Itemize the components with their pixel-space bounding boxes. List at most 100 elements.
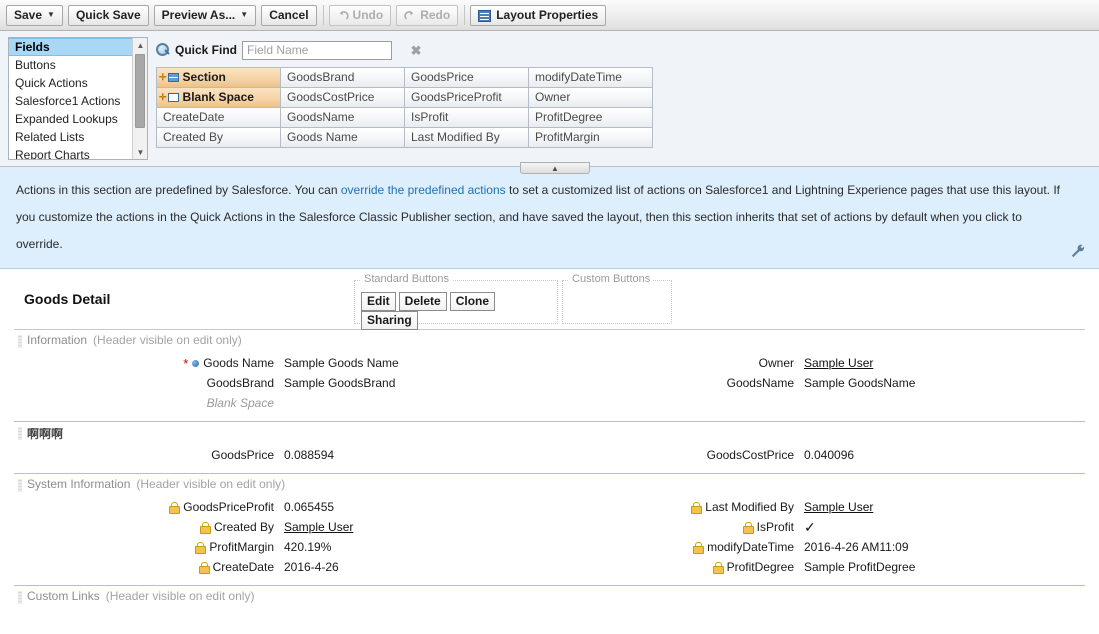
standard-button-sharing[interactable]: Sharing bbox=[361, 311, 418, 330]
layout-field-cell[interactable]: ProfitDegree Sample ProfitDegree bbox=[534, 560, 1054, 574]
clear-search-icon[interactable]: ✖ bbox=[409, 43, 423, 57]
save-button[interactable]: Save ▼ bbox=[6, 4, 63, 26]
section-header[interactable]: Information (Header visible on edit only) bbox=[14, 333, 1085, 350]
custom-buttons-region[interactable]: Custom Buttons bbox=[562, 273, 672, 324]
section-header[interactable]: Custom Links (Header visible on edit only… bbox=[14, 589, 1085, 606]
palette-field-label: CreateDate bbox=[163, 110, 225, 124]
palette-field-goods-name[interactable]: Goods Name bbox=[281, 128, 405, 148]
layout-field-cell[interactable]: Last Modified By Sample User bbox=[534, 500, 1054, 514]
layout-field-cell[interactable]: GoodsPrice 0.088594 bbox=[14, 448, 534, 462]
standard-button-clone[interactable]: Clone bbox=[449, 292, 496, 311]
quick-find-row: Quick Find ✖ bbox=[156, 37, 1091, 63]
palette-field-modifydatetime[interactable]: modifyDateTime bbox=[529, 68, 653, 88]
field-label-wrap: Owner bbox=[534, 356, 804, 370]
field-value-link[interactable]: Sample User bbox=[284, 520, 353, 534]
layout-field-cell[interactable]: GoodsName Sample GoodsName bbox=[534, 376, 1054, 390]
field-label-wrap: GoodsPriceProfit bbox=[14, 500, 284, 514]
drag-handle-icon[interactable] bbox=[18, 335, 22, 348]
drag-handle-icon[interactable] bbox=[18, 479, 22, 492]
custom-buttons-label: Custom Buttons bbox=[569, 273, 654, 285]
layout-field-cell[interactable]: GoodsPriceProfit 0.065455 bbox=[14, 500, 534, 514]
preview-as-button[interactable]: Preview As... ▼ bbox=[153, 4, 257, 26]
blank-space-placeholder[interactable]: Blank Space bbox=[14, 393, 1085, 413]
field-label-wrap: GoodsPrice bbox=[14, 448, 284, 462]
scroll-up-icon[interactable]: ▲ bbox=[133, 38, 147, 52]
palette-category-buttons[interactable]: Buttons bbox=[9, 56, 147, 74]
layout-field-row: * Goods Name Sample Goods Name Owner Sample … bbox=[14, 353, 1085, 373]
undo-button[interactable]: Undo bbox=[328, 4, 392, 26]
scrollbar-thumb[interactable] bbox=[135, 54, 145, 128]
palette-category-salesforce1-actions[interactable]: Salesforce1 Actions bbox=[9, 92, 147, 110]
palette-category-list[interactable]: Fields Buttons Quick Actions Salesforce1 Ac… bbox=[8, 37, 148, 160]
palette-field-section[interactable]: ✛ Section bbox=[157, 68, 281, 88]
field-value: Sample Goods Name bbox=[284, 356, 399, 370]
field-value-link[interactable]: Sample User bbox=[804, 356, 873, 370]
standard-button-edit[interactable]: Edit bbox=[361, 292, 396, 311]
section-header[interactable]: System Information (Header visible on edi… bbox=[14, 477, 1085, 494]
layout-field-cell[interactable]: GoodsBrand Sample GoodsBrand bbox=[14, 376, 534, 390]
palette-collapse-handle[interactable]: ▲ bbox=[520, 162, 590, 174]
palette-field-isprofit[interactable]: IsProfit bbox=[405, 108, 529, 128]
layout-field-cell[interactable]: IsProfit ✓ bbox=[534, 520, 1054, 534]
standard-button-delete[interactable]: Delete bbox=[398, 292, 447, 311]
palette-field-label: ProfitDegree bbox=[535, 110, 603, 124]
palette-category-scrollbar[interactable]: ▲ ▼ bbox=[132, 38, 147, 159]
lock-icon bbox=[693, 542, 705, 554]
section-title: System Information bbox=[27, 477, 131, 491]
redo-button[interactable]: Redo bbox=[396, 4, 459, 26]
palette-category-expanded-lookups[interactable]: Expanded Lookups bbox=[9, 110, 147, 128]
field-label-wrap: * Goods Name bbox=[14, 356, 284, 370]
palette-category-related-lists[interactable]: Related Lists bbox=[9, 128, 147, 146]
palette-field-goodscostprice[interactable]: GoodsCostPrice bbox=[281, 88, 405, 108]
layout-field-cell[interactable]: * Goods Name Sample Goods Name bbox=[14, 356, 534, 370]
palette-field-profitmargin[interactable]: ProfitMargin bbox=[529, 128, 653, 148]
palette-category-fields[interactable]: Fields bbox=[9, 38, 147, 56]
drag-handle-icon[interactable] bbox=[18, 591, 22, 604]
section-header[interactable]: 啊啊啊 bbox=[14, 425, 1085, 442]
field-value-link[interactable]: Sample User bbox=[804, 500, 873, 514]
palette-field-created-by[interactable]: Created By bbox=[157, 128, 281, 148]
field-label-wrap: GoodsCostPrice bbox=[534, 448, 804, 462]
wrench-icon[interactable] bbox=[1069, 242, 1087, 260]
palette-field-goodspriceprofit[interactable]: GoodsPriceProfit bbox=[405, 88, 529, 108]
layout-field-cell[interactable]: ProfitMargin 420.19% bbox=[14, 540, 534, 554]
field-label-wrap: ProfitMargin bbox=[14, 540, 284, 554]
palette-field-owner[interactable]: Owner bbox=[529, 88, 653, 108]
standard-buttons-region[interactable]: Standard Buttons Edit Delete Clone Sharing bbox=[354, 273, 558, 330]
section-note: (Header visible on edit only) bbox=[105, 589, 255, 603]
quick-save-button[interactable]: Quick Save bbox=[67, 4, 149, 26]
palette-field-last-modified-by[interactable]: Last Modified By bbox=[405, 128, 529, 148]
layout-field-cell[interactable]: Owner Sample User bbox=[534, 356, 1054, 370]
cancel-button[interactable]: Cancel bbox=[261, 4, 317, 26]
layout-field-row: GoodsPrice 0.088594 GoodsCostPrice 0.040096 bbox=[14, 445, 1085, 465]
quick-find-input[interactable] bbox=[242, 40, 393, 60]
detail-header-row: Goods Detail Standard Buttons Edit Delete… bbox=[14, 269, 1085, 330]
palette-field-goodsname[interactable]: GoodsName bbox=[281, 108, 405, 128]
field-palette-grid: ✛ Section GoodsBrand GoodsPrice modifyDateTi… bbox=[156, 67, 653, 148]
palette-field-blank-space[interactable]: ✛ Blank Space bbox=[157, 88, 281, 108]
palette-field-goodsprice[interactable]: GoodsPrice bbox=[405, 68, 529, 88]
palette-category-quick-actions[interactable]: Quick Actions bbox=[9, 74, 147, 92]
field-label: Owner bbox=[758, 356, 794, 370]
chevron-down-icon: ▼ bbox=[47, 10, 55, 19]
scroll-down-icon[interactable]: ▼ bbox=[133, 145, 147, 159]
palette-category-label: Quick Actions bbox=[15, 76, 88, 90]
main-toolbar: Save ▼ Quick Save Preview As... ▼ Cancel… bbox=[0, 0, 1099, 31]
layout-field-row: CreateDate 2016-4-26 ProfitDegree Sample Pr… bbox=[14, 557, 1085, 577]
palette-field-profitdegree[interactable]: ProfitDegree bbox=[529, 108, 653, 128]
drag-handle-icon[interactable] bbox=[18, 427, 22, 440]
lock-icon bbox=[712, 562, 724, 574]
palette-field-createdate[interactable]: CreateDate bbox=[157, 108, 281, 128]
layout-field-cell[interactable]: modifyDateTime 2016-4-26 AM11:09 bbox=[534, 540, 1054, 554]
field-value: Sample ProfitDegree bbox=[804, 560, 916, 574]
field-label: GoodsPriceProfit bbox=[183, 500, 274, 514]
layout-field-cell[interactable]: Created By Sample User bbox=[14, 520, 534, 534]
layout-field-cell[interactable]: CreateDate 2016-4-26 bbox=[14, 560, 534, 574]
layout-properties-button[interactable]: Layout Properties bbox=[470, 4, 607, 26]
palette-category-report-charts[interactable]: Report Charts bbox=[9, 146, 147, 159]
override-predefined-actions-link[interactable]: override the predefined actions bbox=[341, 183, 506, 197]
palette-field-label: modifyDateTime bbox=[535, 70, 622, 84]
palette-field-label: Section bbox=[182, 70, 226, 84]
layout-field-cell[interactable]: GoodsCostPrice 0.040096 bbox=[534, 448, 1054, 462]
palette-field-goodsbrand[interactable]: GoodsBrand bbox=[281, 68, 405, 88]
